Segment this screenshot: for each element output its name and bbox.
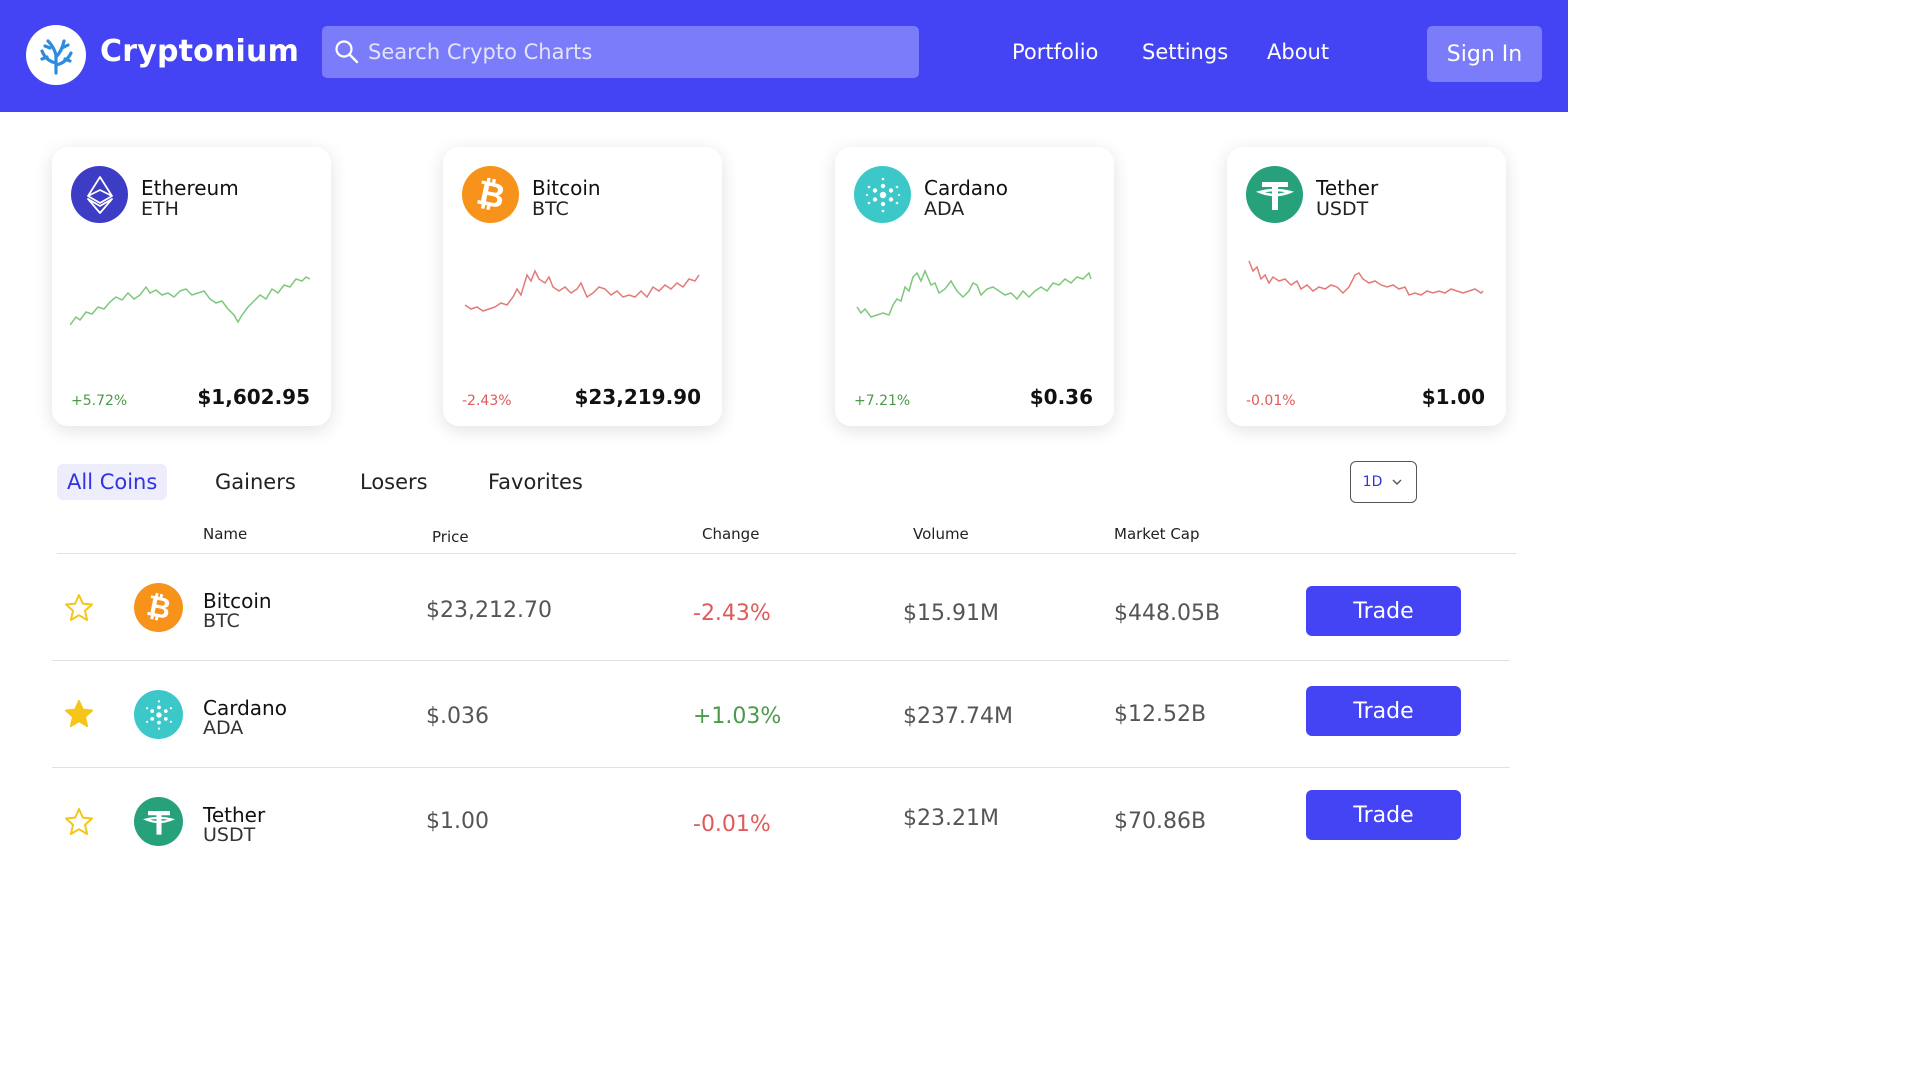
- row-price: $23,212.70: [426, 598, 552, 623]
- nav-about[interactable]: About: [1267, 40, 1329, 64]
- star-filled-icon[interactable]: [64, 699, 94, 729]
- row-price: $1.00: [426, 809, 489, 834]
- row-volume: $15.91M: [903, 601, 999, 626]
- sparkline-chart: [70, 276, 310, 326]
- trade-button[interactable]: Trade: [1306, 790, 1461, 840]
- row-volume: $23.21M: [903, 806, 999, 831]
- row-market-cap: $70.86B: [1114, 809, 1207, 834]
- card-coin-name: Tether: [1316, 176, 1379, 200]
- card-price: $1.00: [1421, 385, 1485, 409]
- tab-gainers[interactable]: Gainers: [205, 464, 306, 500]
- star-outline-icon[interactable]: [64, 807, 94, 837]
- card-coin-name: Bitcoin: [532, 176, 601, 200]
- row-coin-symbol: USDT: [203, 824, 256, 846]
- card-coin-name: Cardano: [924, 176, 1008, 200]
- column-header-volume[interactable]: Volume: [913, 525, 969, 543]
- card-change: +5.72%: [71, 393, 128, 409]
- coin-card-bitcoin[interactable]: ₿ Bitcoin BTC -2.43% $23,219.90: [443, 147, 722, 426]
- logo[interactable]: [26, 25, 86, 85]
- card-price: $0.36: [1029, 385, 1093, 409]
- search-input[interactable]: [368, 40, 888, 64]
- sparkline-chart: [1248, 260, 1484, 296]
- column-header-name[interactable]: Name: [203, 525, 247, 543]
- card-change: -0.01%: [1246, 393, 1296, 409]
- card-coin-symbol: ETH: [141, 198, 179, 220]
- card-price: $1,602.95: [197, 385, 310, 409]
- sign-in-button[interactable]: Sign In: [1427, 26, 1542, 82]
- row-divider: [52, 767, 1510, 768]
- card-change: -2.43%: [462, 393, 512, 409]
- bitcoin-icon: ₿: [462, 166, 519, 223]
- card-coin-symbol: USDT: [1316, 198, 1369, 220]
- period-value: 1D: [1362, 474, 1383, 490]
- row-coin-symbol: BTC: [203, 610, 240, 632]
- card-change: +7.21%: [854, 393, 911, 409]
- column-header-price[interactable]: Price: [432, 528, 469, 546]
- tab-favorites[interactable]: Favorites: [478, 464, 593, 500]
- tether-icon: [134, 797, 183, 846]
- coin-card-ethereum[interactable]: Ethereum ETH +5.72% $1,602.95: [52, 147, 331, 426]
- row-change: -0.01%: [693, 812, 771, 837]
- tab-all-coins[interactable]: All Coins: [57, 464, 168, 500]
- star-outline-icon[interactable]: [64, 593, 94, 623]
- header-divider: [57, 553, 1516, 554]
- sparkline-chart: [856, 269, 1092, 318]
- row-volume: $237.74M: [903, 704, 1013, 729]
- cardano-icon: [134, 690, 183, 739]
- row-change: -2.43%: [693, 601, 771, 626]
- tether-icon: [1246, 166, 1303, 223]
- period-dropdown[interactable]: 1D: [1350, 461, 1417, 503]
- card-coin-name: Ethereum: [141, 176, 239, 200]
- nav-settings[interactable]: Settings: [1142, 40, 1228, 64]
- card-coin-symbol: BTC: [532, 198, 569, 220]
- tab-losers[interactable]: Losers: [350, 464, 438, 500]
- coral-logo-icon: [40, 39, 73, 75]
- trade-button[interactable]: Trade: [1306, 686, 1461, 736]
- brand-name: Cryptonium: [100, 34, 300, 69]
- nav-portfolio[interactable]: Portfolio: [1012, 40, 1098, 64]
- trade-button[interactable]: Trade: [1306, 586, 1461, 636]
- row-market-cap: $12.52B: [1114, 702, 1207, 727]
- search-icon: [335, 40, 359, 64]
- row-divider: [52, 660, 1510, 661]
- column-header-change[interactable]: Change: [702, 525, 759, 543]
- chevron-down-icon: [1392, 479, 1402, 485]
- ethereum-icon: [71, 166, 128, 223]
- cardano-icon: [854, 166, 911, 223]
- search-bar[interactable]: [322, 26, 919, 78]
- card-coin-symbol: ADA: [924, 198, 965, 220]
- row-price: $.036: [426, 704, 489, 729]
- row-market-cap: $448.05B: [1114, 601, 1221, 626]
- coin-card-tether[interactable]: Tether USDT -0.01% $1.00: [1227, 147, 1506, 426]
- sparkline-chart: [464, 269, 700, 312]
- column-header-market-cap[interactable]: Market Cap: [1114, 525, 1200, 543]
- coin-card-cardano[interactable]: Cardano ADA +7.21% $0.36: [835, 147, 1114, 426]
- top-nav-bar: Cryptonium Portfolio Settings About Sign…: [0, 0, 1568, 112]
- row-change: +1.03%: [693, 704, 782, 729]
- row-coin-symbol: ADA: [203, 717, 244, 739]
- bitcoin-icon: ₿: [134, 583, 183, 632]
- card-price: $23,219.90: [574, 385, 701, 409]
